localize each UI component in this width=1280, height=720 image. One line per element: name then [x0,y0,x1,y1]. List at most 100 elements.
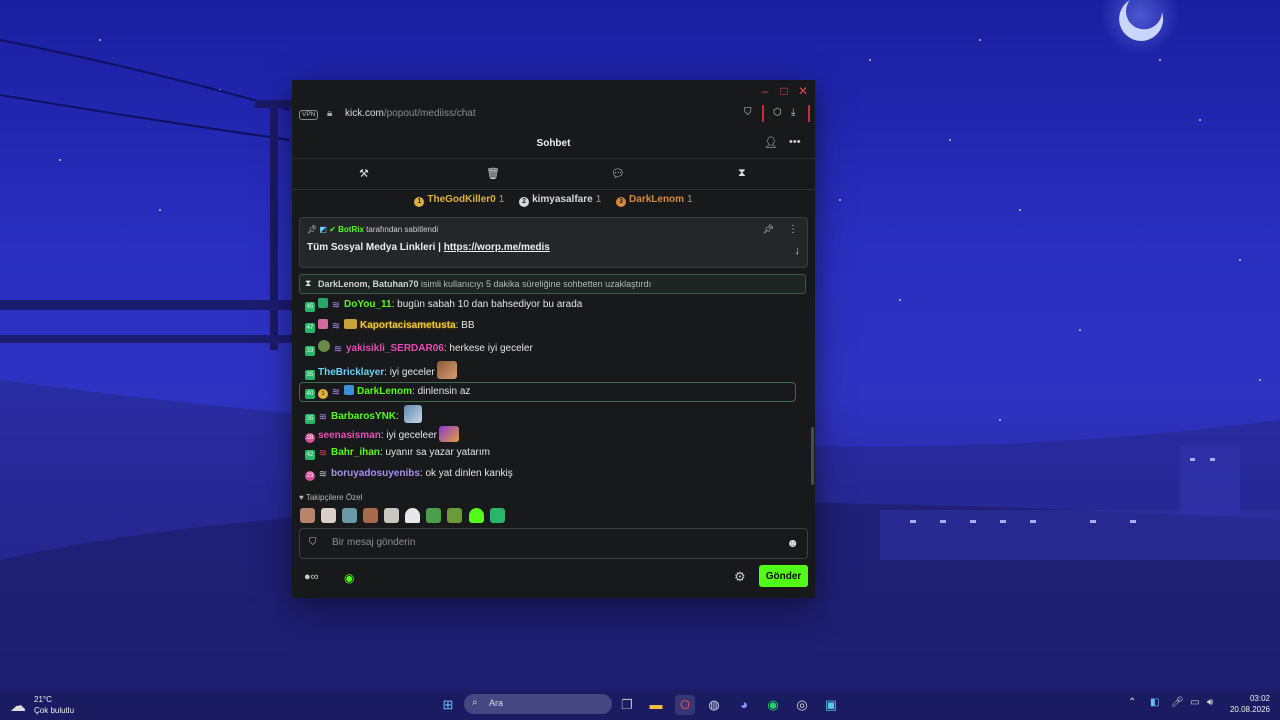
chat-message-highlighted: 40 1 ≋ DarkLenom: dinlensin az [299,382,796,402]
address-bar[interactable]: VPN 🔒︎ kick.com/popout/mediiss/chat ⛉ ⬡ … [292,102,815,128]
extensions-icon[interactable]: ⬡ [773,107,782,118]
window-titlebar: – □ ✕ [292,80,815,102]
chat-text: : ok yat dinlen kankiş [419,468,513,479]
emote-image [436,361,457,379]
leader-name: kimyasalfare [532,194,593,205]
ban-hammer-icon[interactable]: ⚒ [359,167,369,180]
settings-gear-icon[interactable]: ⚙ [734,569,746,585]
photos-icon[interactable]: ▣ [821,695,841,715]
chat-username[interactable]: DoYou_11 [344,299,392,310]
download-icon[interactable]: ⤓ [791,107,795,118]
sub-badge-icon: 23 [305,471,315,481]
file-explorer-icon[interactable]: ▬ [646,695,666,715]
emote-button[interactable] [447,508,463,523]
chat-scrollbar[interactable] [811,427,814,485]
vpn-badge[interactable]: VPN [299,110,319,120]
steam-icon[interactable]: ◍ [704,695,724,715]
tray-chevron-icon[interactable]: ⌃ [1128,697,1136,708]
shield-icon[interactable]: ⛉ [309,537,317,548]
chat-text: : bugün sabah 10 dan bahsediyor bu arada [391,299,583,310]
url-text[interactable]: kick.com/popout/mediiss/chat [345,108,476,119]
chat-username[interactable]: seenasisman [318,430,381,441]
discord-icon[interactable]: ◕ [734,695,754,715]
pinned-link[interactable]: https://worp.me/medis [444,242,550,253]
wave-badge-icon: ≋ [331,387,341,398]
chat-message: 28 seenasisman: iyi geceleer [305,426,461,444]
chat-username[interactable]: BarbarosYNK [331,411,396,422]
task-view-icon[interactable]: ❐ [617,695,637,715]
unpin-icon[interactable]: 📌︎ [763,224,774,235]
clock-time: 03:02 [1249,694,1270,703]
message-input[interactable] [330,536,764,549]
emote-image [403,405,422,423]
maximize-button[interactable]: □ [776,84,792,98]
pinned-by-user[interactable]: BotRix [338,225,364,234]
chrome-icon[interactable]: ◎ [792,695,812,715]
emoji-icon[interactable]: ☻ [786,536,799,550]
emote-button[interactable] [489,508,505,523]
display-icon[interactable]: ▭ [1190,697,1199,708]
trash-icon[interactable]: 🗑︎ [486,167,500,180]
chat-popout-window: – □ ✕ VPN 🔒︎ kick.com/popout/mediiss/cha… [292,80,815,598]
tray-app-icon[interactable]: ◧ [1150,697,1159,708]
send-button[interactable]: Gönder [759,565,808,587]
wave-badge-icon: ≋ [318,448,328,459]
taskbar-search[interactable]: ⌕ Ara [464,694,612,714]
sub-badge-icon: 45 [305,302,315,312]
cloud-icon: ☁ [10,698,26,715]
gift-badge-icon [318,298,328,308]
minimize-button[interactable]: – [757,84,773,98]
opera-browser-icon[interactable]: O [675,695,695,715]
emote-button[interactable] [300,508,315,523]
user-list-icon[interactable]: 👤︎ [764,136,778,149]
followers-label-text: Takipçilere Özel [305,493,363,502]
chat-username[interactable]: boruyadosuyenibs [331,468,420,479]
chat-username[interactable]: Bahr_ihan [331,447,380,458]
chat-username[interactable]: Kaportacisametusta [360,320,456,331]
expand-arrow-icon[interactable]: ↓ [795,245,801,257]
leader-3[interactable]: 3 DarkLenom 1 [616,194,693,207]
leader-2[interactable]: 2 kimyasalfare 1 [519,194,601,207]
chat-text: : iyi geceler [384,367,435,378]
emote-button[interactable] [405,508,421,523]
emote-button[interactable] [384,508,400,523]
gift-leaderboard: 1 TheGodKiller0 1 2 kimyasalfare 1 3 DarkLeno… [292,194,815,208]
volume-icon[interactable]: 🔊︎ [1207,697,1213,708]
leader-1[interactable]: 1 TheGodKiller0 1 [414,194,504,207]
chat-username[interactable]: DarkLenom [357,386,412,397]
emote-button[interactable] [426,508,442,523]
chat-text: : dinlensin az [412,386,471,397]
chat-message: 47 ≋ Kaportacisametusta: BB [305,319,475,337]
points-icon[interactable]: ●∞ [304,571,319,583]
clock[interactable]: 03:02 20.08.2026 [1228,693,1270,715]
emote-button[interactable] [363,508,379,523]
emote-button[interactable] [468,508,484,523]
lock-icon[interactable]: 🔒︎ [327,108,332,119]
emote-button[interactable] [342,508,358,523]
sub-badge-icon: 47 [305,323,315,333]
chat-username[interactable]: yakisikli_SERDAR06 [346,343,444,354]
chat-bubble-icon[interactable]: 💬︎ [611,167,625,180]
weather-widget[interactable]: ☁ 21°C Çok bulutlu [10,694,90,718]
start-button[interactable]: ⊞ [438,695,458,715]
hourglass-icon[interactable]: ⧗ [738,167,746,180]
timeout-notice: ⧗ DarkLenom, Batuhan70 isimli kullanıcıy… [299,274,806,294]
silver-badge-icon: 2 [519,197,530,207]
moderator-badge-icon [344,385,354,395]
leader-name: TheGodKiller0 [427,194,496,205]
kick-points-icon[interactable]: ◉ [344,571,354,585]
pin-menu-icon[interactable]: ⋮ [788,224,798,235]
spotify-icon[interactable]: ◉ [763,695,783,715]
chat-text: : iyi geceleer [380,430,437,441]
more-options-icon[interactable]: ••• [789,136,801,148]
microphone-icon[interactable]: 🎤︎ [1171,697,1184,708]
adblock-shield-icon[interactable]: ⛉ [744,107,752,118]
emote-button[interactable] [321,508,337,523]
accent-divider-right [808,105,810,122]
leader-name: DarkLenom [629,194,685,205]
pinned-body: Tüm Sosyal Medya Linkleri | [307,242,444,253]
chat-username[interactable]: TheBricklayer [318,367,384,378]
close-button[interactable]: ✕ [795,84,811,98]
timeout-text: DarkLenom, Batuhan70 isimli kullanıcıyı … [318,279,651,289]
verified-icon: ✔ [329,225,336,234]
